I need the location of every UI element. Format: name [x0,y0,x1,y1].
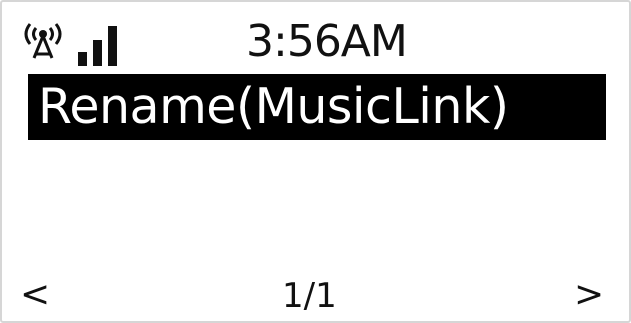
status-bar: 3:56AM [2,2,631,72]
clock-time: 3:56AM [246,16,408,67]
radio-display: 3:56AM Rename(MusicLink) < 1/1 > [0,0,631,323]
menu-item-label: Rename(MusicLink) [38,78,509,135]
previous-page-button[interactable]: < [20,277,50,313]
page-indicator: 1/1 [282,276,337,316]
signal-strength-icon [78,26,117,66]
next-page-button[interactable]: > [574,277,604,313]
menu-item-selected[interactable]: Rename(MusicLink) [28,74,606,140]
wifi-antenna-icon [24,23,62,59]
footer-nav: < 1/1 > [2,270,631,320]
